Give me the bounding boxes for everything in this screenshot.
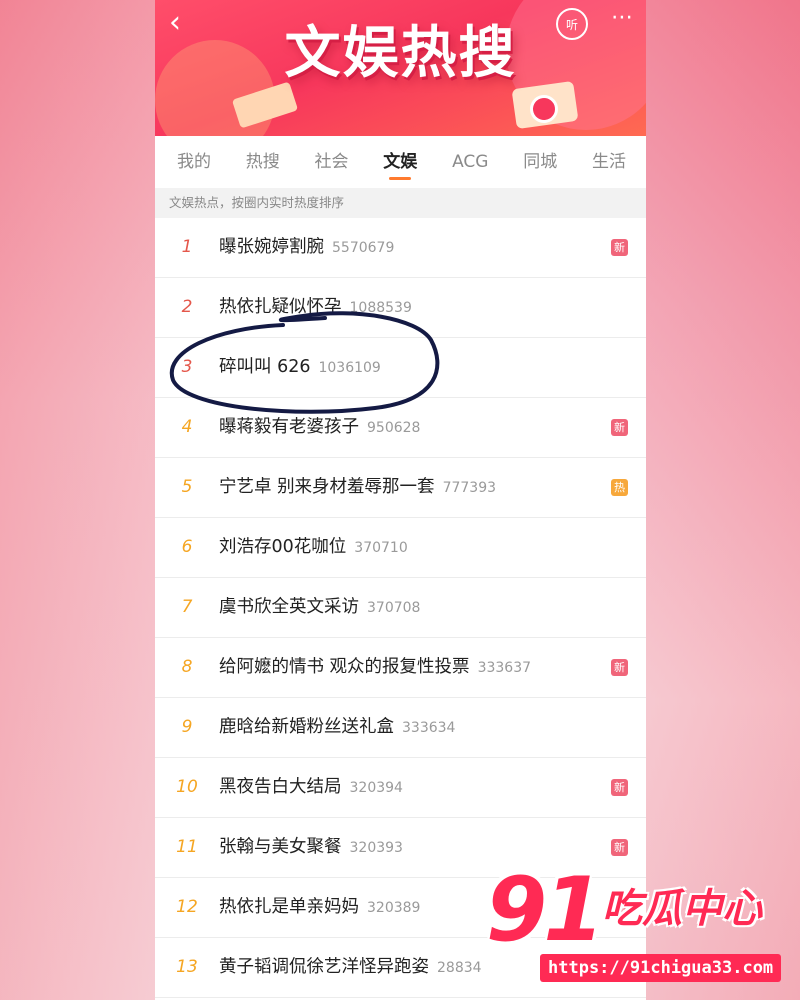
rank-number: 6: [181, 537, 193, 557]
list-item[interactable]: 10 黑夜告白大结局 320394 新: [155, 758, 646, 818]
heat-count: 1088539: [349, 300, 412, 316]
list-item[interactable]: 5 宁艺卓 别来身材羞辱那一套 777393 热: [155, 458, 646, 518]
tab-2[interactable]: 社会: [315, 136, 349, 188]
rank-number: 5: [181, 477, 193, 497]
topic-title: 黑夜告白大结局: [219, 777, 342, 797]
topic-title: 热依扎是单亲妈妈: [219, 897, 359, 917]
topic-title: 曝蒋毅有老婆孩子: [219, 417, 359, 437]
heat-count: 370710: [354, 540, 408, 556]
background-right-glow: [640, 0, 800, 1000]
topic-title-group: 虞书欣全英文采访 370708: [219, 578, 420, 637]
list-description: 文娱热点，按圈内实时热度排序: [155, 188, 646, 218]
phone-screen: ‹ 文娱热搜 听 ⋯ 我的 热搜 社会 文娱 ACG 同城 生活 文娱热点，按圈内实时热度排…: [155, 0, 646, 1000]
watermark-url: https://91chigua33.com: [540, 954, 782, 982]
new-badge: 新: [611, 659, 628, 676]
rank-number: 1: [181, 237, 193, 257]
topic-title-group: 鹿晗给新婚粉丝送礼盒 333634: [219, 698, 455, 757]
new-badge: 新: [611, 839, 628, 856]
list-item[interactable]: 3 碎叫叫 626 1036109: [155, 338, 646, 398]
tab-1[interactable]: 热搜: [246, 136, 280, 188]
topic-title: 虞书欣全英文采访: [219, 597, 359, 617]
topic-title: 鹿晗给新婚粉丝送礼盒: [219, 717, 394, 737]
heat-count: 370708: [367, 600, 421, 616]
list-item[interactable]: 2 热依扎疑似怀孕 1088539: [155, 278, 646, 338]
list-item[interactable]: 8 给阿嬷的情书 观众的报复性投票 333637 新: [155, 638, 646, 698]
list-item[interactable]: 9 鹿晗给新婚粉丝送礼盒 333634: [155, 698, 646, 758]
rank-number: 8: [181, 657, 193, 677]
new-badge: 新: [611, 239, 628, 256]
topic-title-group: 黄子韬调侃徐艺洋怪异跑姿 28834: [219, 938, 482, 997]
topic-title: 曝张婉婷割腕: [219, 237, 324, 257]
tab-5[interactable]: 同城: [523, 136, 557, 188]
topic-title: 刘浩存00花咖位: [219, 537, 347, 557]
topic-title-group: 宁艺卓 别来身材羞辱那一套 777393: [219, 458, 496, 517]
heat-count: 950628: [367, 420, 421, 436]
rank-number: 11: [176, 837, 198, 857]
topic-title: 张翰与美女聚餐: [219, 837, 342, 857]
heat-count: 5570679: [332, 240, 395, 256]
listen-button[interactable]: 听: [556, 8, 588, 40]
topic-title: 碎叫叫 626: [219, 357, 311, 377]
rank-number: 7: [181, 597, 193, 617]
tab-6[interactable]: 生活: [592, 136, 626, 188]
watermark-logo-name: 吃瓜中心: [602, 886, 762, 932]
list-item[interactable]: 1 曝张婉婷割腕 5570679 新: [155, 218, 646, 278]
topic-title-group: 热依扎疑似怀孕 1088539: [219, 278, 412, 337]
new-badge: 新: [611, 779, 628, 796]
heat-count: 320393: [349, 840, 403, 856]
rank-number: 13: [176, 957, 198, 977]
topic-title-group: 曝张婉婷割腕 5570679: [219, 218, 394, 277]
new-badge: 新: [611, 419, 628, 436]
topic-title: 宁艺卓 别来身材羞辱那一套: [219, 477, 435, 497]
topic-title-group: 给阿嬷的情书 观众的报复性投票 333637: [219, 638, 531, 697]
tab-3[interactable]: 文娱: [383, 136, 417, 188]
topic-title-group: 碎叫叫 626 1036109: [219, 338, 381, 397]
rank-number: 4: [181, 417, 193, 437]
heat-count: 320389: [367, 900, 421, 916]
topic-title-group: 刘浩存00花咖位 370710: [219, 518, 408, 577]
hot-search-banner: ‹ 文娱热搜 听 ⋯: [155, 0, 646, 136]
rank-number: 9: [181, 717, 193, 737]
hot-badge: 热: [611, 479, 628, 496]
more-dots-icon[interactable]: ⋯: [611, 4, 634, 32]
rank-number: 10: [176, 777, 198, 797]
rank-number: 12: [176, 897, 198, 917]
topic-title: 黄子韬调侃徐艺洋怪异跑姿: [219, 957, 429, 977]
watermark-logo-number: 91: [486, 858, 604, 961]
topic-title: 热依扎疑似怀孕: [219, 297, 342, 317]
heat-count: 1036109: [318, 360, 381, 376]
tab-0[interactable]: 我的: [177, 136, 211, 188]
heat-count: 777393: [442, 480, 497, 496]
topic-title-group: 曝蒋毅有老婆孩子 950628: [219, 398, 420, 457]
topic-title-group: 张翰与美女聚餐 320393: [219, 818, 403, 877]
topic-title: 给阿嬷的情书 观众的报复性投票: [219, 657, 470, 677]
heat-count: 333634: [402, 720, 456, 736]
heat-count: 28834: [437, 960, 482, 976]
tab-4[interactable]: ACG: [452, 136, 488, 188]
topic-title-group: 黑夜告白大结局 320394: [219, 758, 403, 817]
list-item[interactable]: 6 刘浩存00花咖位 370710: [155, 518, 646, 578]
rank-number: 3: [181, 357, 193, 377]
topic-title-group: 热依扎是单亲妈妈 320389: [219, 878, 420, 937]
heat-count: 320394: [349, 780, 403, 796]
background-left-glow: [0, 0, 160, 1000]
list-item[interactable]: 4 曝蒋毅有老婆孩子 950628 新: [155, 398, 646, 458]
category-tabs: 我的 热搜 社会 文娱 ACG 同城 生活: [155, 136, 646, 188]
rank-number: 2: [181, 297, 193, 317]
list-item[interactable]: 7 虞书欣全英文采访 370708: [155, 578, 646, 638]
heat-count: 333637: [477, 660, 532, 676]
site-watermark: 91 吃瓜中心 https://91chigua33.com: [478, 860, 798, 990]
